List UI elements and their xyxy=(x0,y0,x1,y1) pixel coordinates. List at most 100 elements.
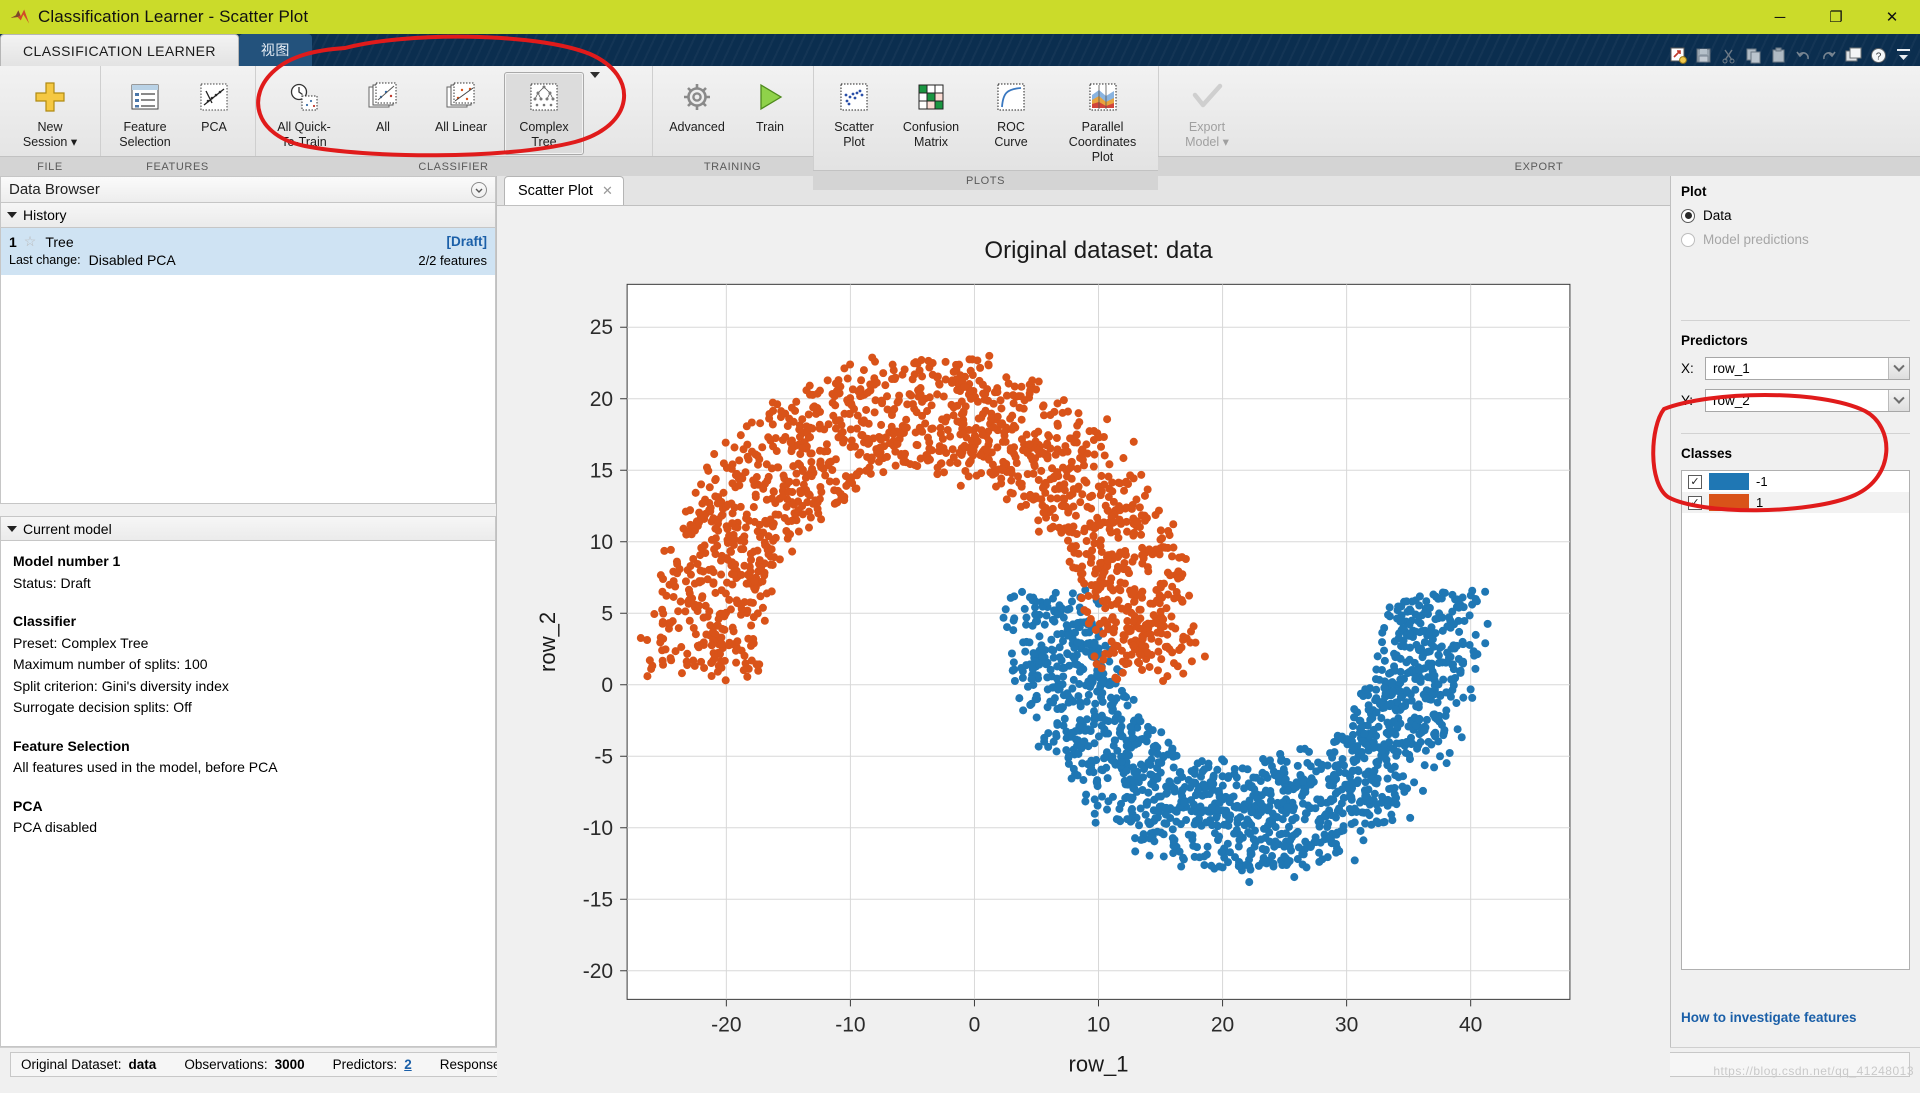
roc-curve-label: ROC Curve xyxy=(980,120,1042,150)
status-observations-value: 3000 xyxy=(275,1057,305,1072)
window-controls: ─ ❐ ✕ xyxy=(1752,0,1920,34)
data-browser-panel: Data Browser History 1 ☆ Tree [Draft] La… xyxy=(0,176,497,1047)
ribbon-group-file: New Session ▾ FILE xyxy=(0,66,100,176)
list-item[interactable]: 1 ☆ Tree [Draft] Last change: Disabled P… xyxy=(1,228,495,275)
svg-text:Original dataset: data: Original dataset: data xyxy=(984,237,1213,264)
paste-icon[interactable] xyxy=(1767,44,1789,66)
how-to-investigate-features-link[interactable]: How to investigate features xyxy=(1671,1010,1920,1025)
predictor-y-label: Y: xyxy=(1681,393,1697,408)
svg-text:-10: -10 xyxy=(583,817,613,840)
window-title: Classification Learner - Scatter Plot xyxy=(38,7,308,27)
scatter-plot-figure[interactable]: -20-10010203040-20-15-10-50510152025Orig… xyxy=(497,206,1670,1090)
model-number-heading: Model number 1 xyxy=(13,551,483,573)
parallel-coordinates-plot-button[interactable]: Parallel Coordinates Plot xyxy=(1050,72,1155,170)
svg-text:10: 10 xyxy=(590,531,613,554)
history-last-change-label: Last change: xyxy=(9,253,81,267)
status-predictors-label: Predictors: xyxy=(333,1057,398,1072)
ribbon-group-classifier: All Quick- To-Train All All Linear Compl… xyxy=(255,66,652,176)
layout-icon[interactable] xyxy=(1842,44,1864,66)
tab-classification-learner[interactable]: CLASSIFICATION LEARNER xyxy=(0,34,239,66)
current-model-section-header[interactable]: Current model xyxy=(0,516,496,541)
radio-icon xyxy=(1681,233,1695,247)
predictor-x-row: X: row_1 xyxy=(1681,357,1910,380)
star-icon[interactable]: ☆ xyxy=(24,233,37,250)
model-status-line: Status: Draft xyxy=(13,573,483,595)
play-triangle-icon xyxy=(754,77,786,117)
history-list[interactable]: 1 ☆ Tree [Draft] Last change: Disabled P… xyxy=(0,228,496,504)
class-label: 1 xyxy=(1756,495,1763,510)
tab-scatter-plot[interactable]: Scatter Plot ✕ xyxy=(504,176,624,205)
svg-text:row_2: row_2 xyxy=(535,612,560,672)
close-icon[interactable]: ✕ xyxy=(602,183,613,199)
all-quick-to-train-button[interactable]: All Quick- To-Train xyxy=(260,72,348,155)
chevron-down-icon[interactable] xyxy=(1888,358,1909,379)
roc-curve-button[interactable]: ROC Curve xyxy=(972,72,1050,155)
svg-text:-20: -20 xyxy=(711,1013,741,1036)
ribbon-group-training: Advanced Train TRAINING xyxy=(652,66,813,176)
ribbon-group-plots: Scatter Plot Confusion Matrix ROC Curve … xyxy=(813,66,1158,176)
scatter-plot-svg[interactable]: -20-10010203040-20-15-10-50510152025Orig… xyxy=(497,206,1670,1090)
svg-text:0: 0 xyxy=(601,674,613,697)
status-predictors-value[interactable]: 2 xyxy=(404,1057,412,1072)
checkbox-icon[interactable]: ✓ xyxy=(1688,475,1702,489)
scatter-plot-icon xyxy=(838,77,870,117)
svg-text:-15: -15 xyxy=(583,888,613,911)
advanced-button[interactable]: Advanced xyxy=(657,72,737,140)
undock-icon[interactable] xyxy=(471,182,487,198)
new-session-icon xyxy=(33,77,67,117)
export-model-label: Export Model ▾ xyxy=(1185,120,1229,150)
scatter-plot-label: Scatter Plot xyxy=(834,120,874,150)
pca-button[interactable]: PCA xyxy=(185,72,243,140)
class-row-negative-one[interactable]: ✓ -1 xyxy=(1682,471,1909,492)
train-button[interactable]: Train xyxy=(737,72,803,140)
predictor-y-select[interactable]: row_2 xyxy=(1705,389,1910,412)
close-button[interactable]: ✕ xyxy=(1864,0,1920,34)
new-script-icon[interactable] xyxy=(1667,44,1689,66)
predictors-section-title: Predictors xyxy=(1681,333,1910,348)
current-model-section-label: Current model xyxy=(23,521,112,537)
confusion-matrix-button[interactable]: Confusion Matrix xyxy=(890,72,972,155)
predictors-section: Predictors X: row_1 Y: row_2 xyxy=(1671,333,1920,421)
help-icon[interactable]: ? xyxy=(1867,44,1889,66)
feature-selection-button[interactable]: Feature Selection xyxy=(105,72,185,155)
classes-list[interactable]: ✓ -1 ✓ 1 xyxy=(1681,470,1910,970)
collapse-ribbon-icon[interactable] xyxy=(1892,44,1914,66)
pca-heading: PCA xyxy=(13,796,483,818)
tab-view[interactable]: 视图 xyxy=(239,34,312,66)
chevron-down-icon[interactable] xyxy=(1888,390,1909,411)
svg-text:20: 20 xyxy=(590,388,613,411)
predictor-x-value: row_1 xyxy=(1713,361,1750,376)
class-row-one[interactable]: ✓ 1 xyxy=(1682,492,1909,513)
predictor-x-select[interactable]: row_1 xyxy=(1705,357,1910,380)
all-linear-button[interactable]: All Linear xyxy=(418,72,504,140)
status-observations-label: Observations: xyxy=(184,1057,267,1072)
save-icon[interactable] xyxy=(1692,44,1714,66)
cut-icon[interactable] xyxy=(1717,44,1739,66)
all-classifiers-button[interactable]: All xyxy=(348,72,418,140)
minimize-button[interactable]: ─ xyxy=(1752,0,1808,34)
radio-data[interactable]: Data xyxy=(1681,208,1910,223)
scatter-plot-button[interactable]: Scatter Plot xyxy=(818,72,890,155)
confusion-matrix-icon xyxy=(915,77,947,117)
radio-model-predictions-label: Model predictions xyxy=(1703,232,1809,247)
complex-tree-label: Complex Tree xyxy=(519,120,568,150)
maximize-button[interactable]: ❐ xyxy=(1808,0,1864,34)
classifier-gallery-expand-button[interactable] xyxy=(584,72,606,102)
class-color-swatch xyxy=(1709,473,1749,490)
complex-tree-button[interactable]: Complex Tree xyxy=(504,72,584,155)
copy-icon[interactable] xyxy=(1742,44,1764,66)
checkbox-icon[interactable]: ✓ xyxy=(1688,496,1702,510)
history-last-change-value: Disabled PCA xyxy=(89,252,176,268)
all-linear-label: All Linear xyxy=(435,120,487,135)
complex-tree-icon xyxy=(528,77,560,117)
svg-text:40: 40 xyxy=(1459,1013,1482,1036)
history-section-header[interactable]: History xyxy=(0,203,496,228)
watermark: https://blog.csdn.net/qq_41248013 xyxy=(1713,1064,1914,1078)
class-color-swatch xyxy=(1709,494,1749,511)
class-label: -1 xyxy=(1756,474,1768,489)
ribbon: New Session ▾ FILE Feature Selection PCA… xyxy=(0,66,1920,176)
classifier-heading: Classifier xyxy=(13,611,483,633)
status-original-dataset-value: data xyxy=(129,1057,157,1072)
radio-data-label: Data xyxy=(1703,208,1732,223)
new-session-button[interactable]: New Session ▾ xyxy=(4,72,96,155)
